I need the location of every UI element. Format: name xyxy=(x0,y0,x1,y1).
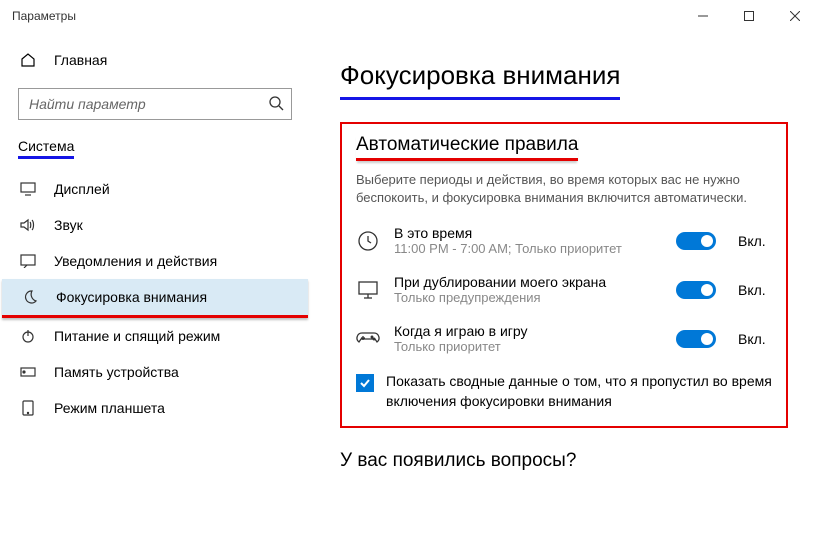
rule-subtitle: 11:00 PM - 7:00 AM; Только приоритет xyxy=(394,241,662,256)
clock-icon xyxy=(356,230,380,252)
nav-label: Питание и спящий режим xyxy=(54,328,220,344)
rule-duplicate-display[interactable]: При дублировании моего экрана Только пре… xyxy=(356,274,772,305)
power-icon xyxy=(20,328,36,344)
nav-label: Уведомления и действия xyxy=(54,253,217,269)
rule-time[interactable]: В это время 11:00 PM - 7:00 AM; Только п… xyxy=(356,225,772,256)
monitor-icon xyxy=(356,280,380,300)
tablet-icon xyxy=(20,400,36,416)
notification-icon xyxy=(20,254,36,268)
page-title: Фокусировка внимания xyxy=(340,60,620,100)
summary-label: Показать сводные данные о том, что я про… xyxy=(386,372,772,411)
nav-sound[interactable]: Звук xyxy=(0,207,310,243)
nav-storage[interactable]: Память устройства xyxy=(0,354,310,390)
nav-label: Звук xyxy=(54,217,83,233)
rule-subtitle: Только приоритет xyxy=(394,339,662,354)
nav-label: Память устройства xyxy=(54,364,179,380)
search-input[interactable] xyxy=(18,88,292,120)
rule-gaming[interactable]: Когда я играю в игру Только приоритет Вк… xyxy=(356,323,772,354)
nav-home-label: Главная xyxy=(54,52,107,68)
search-icon xyxy=(268,95,284,114)
toggle-time[interactable] xyxy=(676,232,716,250)
section-label: Система xyxy=(18,138,74,159)
section-heading: Автоматические правила xyxy=(356,134,578,161)
nav-power[interactable]: Питание и спящий режим xyxy=(0,318,310,354)
nav-notifications[interactable]: Уведомления и действия xyxy=(0,243,310,279)
rule-title: При дублировании моего экрана xyxy=(394,274,662,290)
minimize-button[interactable] xyxy=(680,0,726,32)
close-button[interactable] xyxy=(772,0,818,32)
nav-tablet[interactable]: Режим планшета xyxy=(0,390,310,426)
summary-checkbox[interactable] xyxy=(356,374,374,392)
toggle-state: Вкл. xyxy=(738,233,772,249)
rule-title: В это время xyxy=(394,225,662,241)
toggle-duplicate[interactable] xyxy=(676,281,716,299)
rule-title: Когда я играю в игру xyxy=(394,323,662,339)
nav-label: Фокусировка внимания xyxy=(56,289,207,305)
moon-icon xyxy=(22,289,38,305)
display-icon xyxy=(20,182,36,196)
sidebar: Главная Система Дисплей Звук Уведомления… xyxy=(0,32,310,539)
toggle-state: Вкл. xyxy=(738,282,772,298)
nav-display[interactable]: Дисплей xyxy=(0,171,310,207)
home-icon xyxy=(20,52,36,68)
gamepad-icon xyxy=(356,331,380,347)
nav-focus-assist[interactable]: Фокусировка внимания xyxy=(2,279,308,315)
nav-label: Режим планшета xyxy=(54,400,165,416)
rule-subtitle: Только предупреждения xyxy=(394,290,662,305)
auto-rules-section: Автоматические правила Выберите периоды … xyxy=(340,122,788,428)
questions-heading: У вас появились вопросы? xyxy=(340,450,788,472)
toggle-gaming[interactable] xyxy=(676,330,716,348)
storage-icon xyxy=(20,366,36,378)
toggle-state: Вкл. xyxy=(738,331,772,347)
main-content: Фокусировка внимания Автоматические прав… xyxy=(310,32,818,539)
section-description: Выберите периоды и действия, во время ко… xyxy=(356,171,772,207)
nav-label: Дисплей xyxy=(54,181,110,197)
sound-icon xyxy=(20,218,36,232)
nav-home[interactable]: Главная xyxy=(0,44,310,76)
maximize-button[interactable] xyxy=(726,0,772,32)
window-title: Параметры xyxy=(12,9,76,23)
